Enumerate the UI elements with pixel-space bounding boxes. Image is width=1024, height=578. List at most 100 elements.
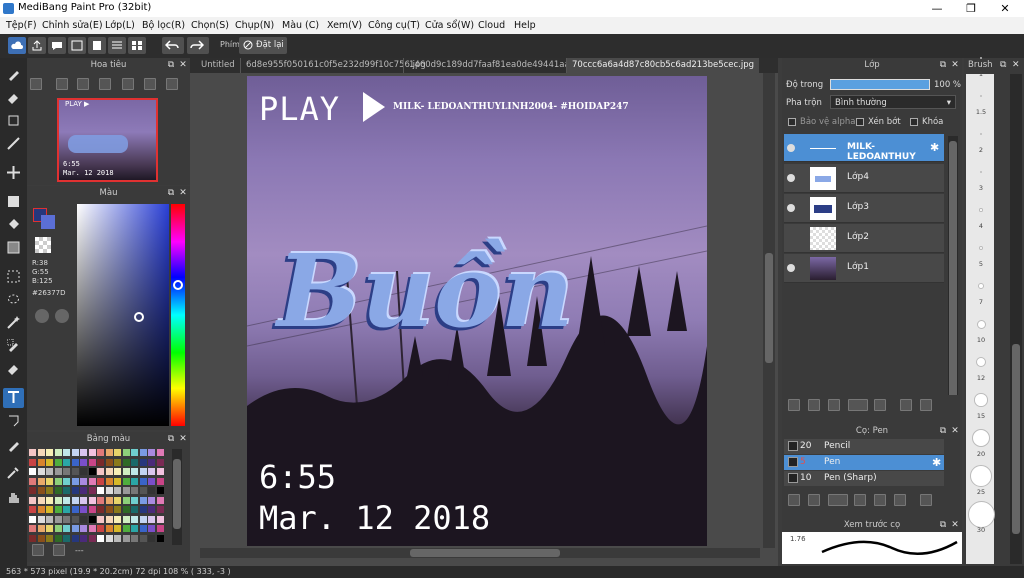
palette-swatch[interactable] <box>37 496 45 504</box>
palette-swatch[interactable] <box>63 468 70 475</box>
brush-item[interactable]: 5 Pen ✱ <box>784 455 944 470</box>
opacity-slider[interactable] <box>830 79 930 90</box>
palette-swatch[interactable] <box>37 449 45 456</box>
popout-icon[interactable]: ⧉ <box>166 432 176 446</box>
move-tool-icon[interactable] <box>3 163 24 183</box>
palette-swatch[interactable] <box>148 506 155 513</box>
line-tool-icon[interactable] <box>3 134 24 154</box>
brush-menu-icon[interactable] <box>828 494 848 506</box>
palette-swatch[interactable] <box>131 487 138 494</box>
reset-button[interactable]: Đặt lại <box>239 37 287 54</box>
brush-size-dot[interactable] <box>979 208 983 212</box>
palette-swatch[interactable] <box>156 487 164 494</box>
popout-icon[interactable]: ⧉ <box>938 518 948 532</box>
palette-swatch[interactable] <box>156 525 164 532</box>
popout-icon[interactable]: ⧉ <box>1000 58 1010 72</box>
palette-swatch[interactable] <box>54 525 62 532</box>
palette-swatch[interactable] <box>97 496 104 504</box>
palette-swatch[interactable] <box>46 515 53 523</box>
palette-swatch[interactable] <box>37 506 45 513</box>
palette-swatch[interactable] <box>105 449 113 456</box>
palette-swatch[interactable] <box>63 506 70 513</box>
popout-icon[interactable]: ⧉ <box>166 58 176 72</box>
brush-duplicate-icon[interactable] <box>894 494 906 506</box>
palette-swatch[interactable] <box>29 506 36 513</box>
palette-swatch[interactable] <box>114 506 121 513</box>
palette-swatch[interactable] <box>156 506 164 513</box>
palette-swatch[interactable] <box>148 468 155 475</box>
lock-checkbox[interactable] <box>910 118 918 126</box>
palette-swatch[interactable] <box>71 477 79 485</box>
palette-swatch[interactable] <box>105 515 113 523</box>
cloud-brush-icon[interactable] <box>788 494 800 506</box>
palette-swatch[interactable] <box>54 449 62 456</box>
palette-swatch[interactable] <box>29 477 36 485</box>
palette-swatch[interactable] <box>29 525 36 532</box>
comment-icon[interactable] <box>48 37 66 54</box>
actual-size-icon[interactable] <box>99 78 111 90</box>
palette-swatch[interactable] <box>63 487 70 494</box>
palette-swatch[interactable] <box>80 496 87 504</box>
palette-swatch[interactable] <box>97 468 104 475</box>
palette-swatch[interactable] <box>54 468 62 475</box>
palette-scrollbar[interactable] <box>172 449 182 545</box>
layer-row[interactable]: Lớp3 <box>784 194 944 223</box>
palette-swatch[interactable] <box>114 458 121 466</box>
palette-swatch[interactable] <box>46 534 53 542</box>
brush-size-dot[interactable] <box>967 500 995 528</box>
palette-swatch[interactable] <box>71 458 79 466</box>
palette-swatch[interactable] <box>148 449 155 456</box>
close-panel-icon[interactable]: ✕ <box>950 424 960 438</box>
palette-swatch[interactable] <box>54 458 62 466</box>
palette-swatch[interactable] <box>139 449 147 456</box>
rotate-left-icon[interactable] <box>122 78 134 90</box>
pen-tool-icon[interactable] <box>3 436 24 456</box>
palette-swatch[interactable] <box>54 506 62 513</box>
palette-swatch[interactable] <box>122 449 130 456</box>
palette-swatch[interactable] <box>139 487 147 494</box>
palette-swatch[interactable] <box>139 525 147 532</box>
palette-swatch[interactable] <box>80 525 87 532</box>
palette-swatch[interactable] <box>80 506 87 513</box>
close-panel-icon[interactable]: ✕ <box>178 432 188 446</box>
minimize-button[interactable]: — <box>920 0 954 17</box>
new-layer-menu-icon[interactable] <box>848 399 868 411</box>
palette-swatch[interactable] <box>122 458 130 466</box>
close-panel-icon[interactable]: ✕ <box>1012 58 1022 72</box>
menu-color[interactable]: Màu (C) <box>282 20 319 31</box>
layer-row[interactable]: Lớp4 <box>784 164 944 193</box>
fit-icon[interactable] <box>30 78 42 90</box>
palette-swatch[interactable] <box>122 525 130 532</box>
palette-swatch[interactable] <box>63 449 70 456</box>
palette-swatch[interactable] <box>114 525 121 532</box>
layer-row[interactable]: MILK- LEDOANTHUY ✱ <box>784 134 944 162</box>
text-tool-icon[interactable] <box>3 388 24 408</box>
menu-filter[interactable]: Bộ lọc(R) <box>142 20 185 31</box>
popout-icon[interactable]: ⧉ <box>166 186 176 200</box>
palette-swatch[interactable] <box>131 506 138 513</box>
brush-item[interactable]: 20 Pencil <box>784 439 944 454</box>
palette-swatch[interactable] <box>63 477 70 485</box>
brush-size-dot[interactable] <box>980 133 982 135</box>
gear-icon[interactable]: ✱ <box>932 456 941 469</box>
palette-swatch[interactable] <box>114 487 121 494</box>
close-panel-icon[interactable]: ✕ <box>178 58 188 72</box>
palette-swatch[interactable] <box>88 525 96 532</box>
palette-swatch[interactable] <box>46 449 53 456</box>
reset-rotation-icon[interactable] <box>166 78 178 90</box>
palette-swatch[interactable] <box>156 515 164 523</box>
palette-swatch[interactable] <box>148 515 155 523</box>
palette-swatch[interactable] <box>131 525 138 532</box>
palette-swatch[interactable] <box>37 515 45 523</box>
palette-swatch[interactable] <box>71 496 79 504</box>
palette-swatch[interactable] <box>37 468 45 475</box>
merge-layer-icon[interactable] <box>920 399 932 411</box>
select-tool-icon[interactable] <box>3 267 24 287</box>
palette-swatch[interactable] <box>63 525 70 532</box>
palette-swatch[interactable] <box>46 525 53 532</box>
palette-swatch[interactable] <box>105 534 113 542</box>
palette-swatch[interactable] <box>139 506 147 513</box>
dot-tool-icon[interactable] <box>3 111 24 131</box>
zoom-out-icon[interactable] <box>77 78 89 90</box>
palette-swatch[interactable] <box>71 506 79 513</box>
